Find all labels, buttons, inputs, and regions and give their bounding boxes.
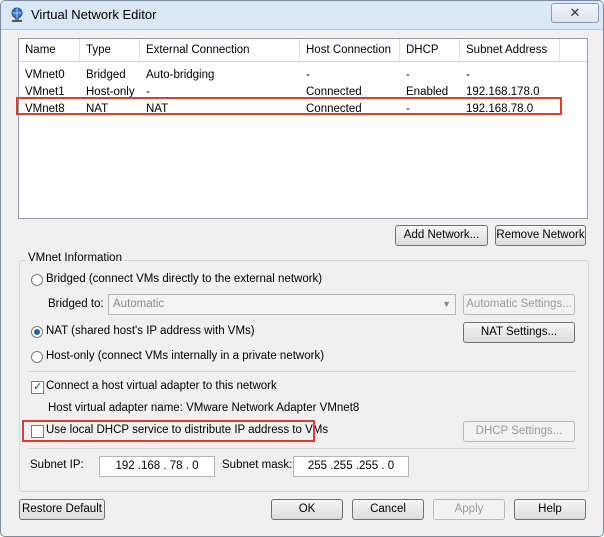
- network-list[interactable]: Name Type External Connection Host Conne…: [18, 38, 588, 219]
- apply-button[interactable]: Apply: [433, 499, 505, 520]
- ok-button[interactable]: OK: [271, 499, 343, 520]
- column-header-external-connection[interactable]: External Connection: [140, 39, 300, 61]
- cell-subnet: -: [466, 69, 470, 81]
- cancel-button[interactable]: Cancel: [352, 499, 424, 520]
- bridged-to-label: Bridged to:: [48, 298, 104, 310]
- nat-settings-button[interactable]: NAT Settings...: [463, 322, 575, 343]
- selected-row-highlight: [16, 97, 562, 115]
- cell-host: -: [306, 69, 310, 81]
- help-button[interactable]: Help: [514, 499, 586, 520]
- restore-default-button[interactable]: Restore Default: [19, 499, 105, 520]
- subnet-mask-input[interactable]: 255 .255 .255 . 0: [293, 456, 409, 477]
- divider: [29, 448, 576, 449]
- bridged-label[interactable]: Bridged (connect VMs directly to the ext…: [46, 273, 322, 285]
- connect-adapter-label[interactable]: Connect a host virtual adapter to this n…: [46, 380, 277, 392]
- add-network-button[interactable]: Add Network...: [395, 225, 488, 246]
- adapter-name-label: Host virtual adapter name: VMware Networ…: [48, 402, 360, 414]
- nat-radio[interactable]: [31, 326, 43, 338]
- cell-name: VMnet0: [25, 69, 65, 81]
- column-header-type[interactable]: Type: [80, 39, 140, 61]
- close-button[interactable]: ✕: [551, 3, 599, 23]
- table-header: Name Type External Connection Host Conne…: [19, 39, 587, 62]
- subnet-ip-input[interactable]: 192 .168 . 78 . 0: [99, 456, 215, 477]
- nat-label[interactable]: NAT (shared host's IP address with VMs): [46, 325, 255, 337]
- remove-network-button[interactable]: Remove Network: [495, 225, 586, 246]
- column-header-host-connection[interactable]: Host Connection: [300, 39, 400, 61]
- subnet-mask-label: Subnet mask:: [222, 459, 293, 471]
- bridged-radio[interactable]: [31, 274, 43, 286]
- virtual-network-editor-window: Virtual Network Editor ✕ Name Type Exter…: [0, 0, 604, 537]
- table-row[interactable]: VMnet0 Bridged Auto-bridging - - -: [19, 67, 587, 84]
- window-title: Virtual Network Editor: [31, 7, 157, 22]
- cell-dhcp: -: [406, 69, 410, 81]
- title-bar: Virtual Network Editor ✕: [1, 1, 603, 30]
- column-header-subnet-address[interactable]: Subnet Address: [460, 39, 560, 61]
- dhcp-highlight: [22, 420, 315, 442]
- bridged-to-select[interactable]: Automatic ▼: [108, 294, 456, 315]
- cell-external: Auto-bridging: [146, 69, 215, 81]
- dhcp-settings-button[interactable]: DHCP Settings...: [463, 421, 575, 442]
- network-globe-icon: [11, 7, 23, 22]
- close-icon: ✕: [569, 5, 581, 20]
- host-only-radio[interactable]: [31, 351, 43, 363]
- cell-type: Bridged: [86, 69, 126, 81]
- column-header-dhcp[interactable]: DHCP: [400, 39, 460, 61]
- host-only-label[interactable]: Host-only (connect VMs internally in a p…: [46, 350, 324, 362]
- check-icon: ✓: [33, 381, 43, 393]
- subnet-ip-label: Subnet IP:: [30, 459, 84, 471]
- connect-adapter-checkbox[interactable]: ✓: [31, 381, 44, 394]
- column-header-name[interactable]: Name: [19, 39, 80, 61]
- divider: [29, 371, 576, 372]
- chevron-down-icon: ▼: [442, 299, 451, 309]
- group-label: VMnet Information: [26, 252, 124, 264]
- bridged-to-value: Automatic: [113, 298, 165, 310]
- automatic-settings-button[interactable]: Automatic Settings...: [463, 294, 575, 315]
